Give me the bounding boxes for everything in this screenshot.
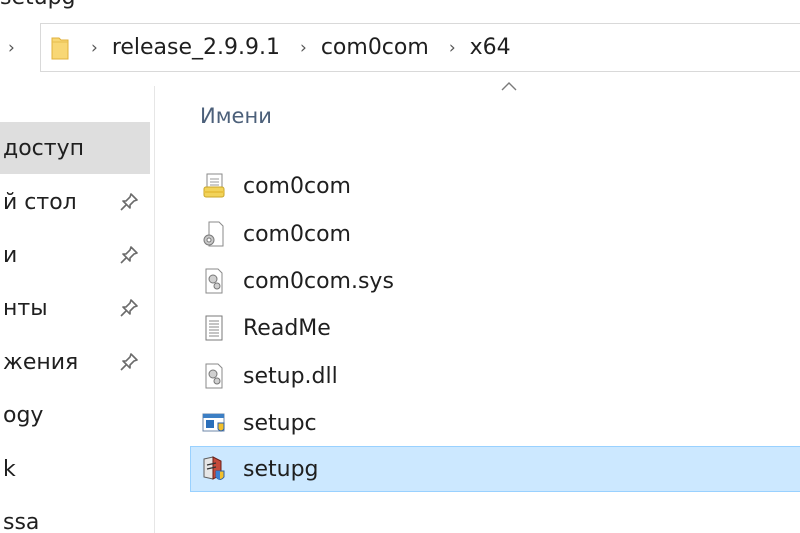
file-explorer-window: setupg › › release_2.9.9.1 › com0com › x…: [0, 0, 800, 533]
pin-icon: [120, 193, 138, 211]
sidebar-item-folder[interactable]: ssa: [0, 496, 150, 533]
address-bar[interactable]: › release_2.9.9.1 › com0com › x64: [40, 23, 800, 72]
navigation-pane: доступ й стол и нты жения ogy k ssa: [0, 86, 155, 533]
sidebar-item-folder[interactable]: k: [0, 443, 150, 495]
sidebar-item-label: жения: [3, 349, 79, 375]
file-name: com0com.sys: [243, 268, 394, 294]
file-name: setupc: [243, 410, 317, 436]
sidebar-item-label: ssa: [3, 509, 40, 533]
breadcrumb-separator-icon[interactable]: ›: [449, 38, 456, 58]
pin-icon: [120, 246, 138, 264]
file-list-item[interactable]: com0com: [190, 211, 800, 257]
sidebar-item-label: k: [3, 456, 16, 482]
file-list-item[interactable]: setupc: [190, 400, 800, 446]
console-shield-icon: [202, 413, 225, 432]
breadcrumb-item-release[interactable]: release_2.9.9.1: [112, 35, 280, 60]
folder-icon: [51, 35, 69, 61]
catalog-gear-icon: [203, 221, 224, 247]
breadcrumb-item-com0com[interactable]: com0com: [321, 35, 429, 60]
installer-shield-icon: [203, 456, 225, 480]
breadcrumb-separator-icon[interactable]: ›: [300, 38, 307, 58]
breadcrumb-separator-icon[interactable]: ›: [91, 38, 98, 58]
sidebar-item-label: й стол: [3, 189, 77, 215]
system-file-icon: [205, 268, 223, 294]
pin-icon: [120, 299, 138, 317]
sidebar-item-label: и: [3, 242, 18, 268]
sidebar-item-label: доступ: [3, 135, 84, 161]
dll-gear-icon: [205, 363, 223, 389]
text-document-icon: [205, 315, 223, 341]
pin-icon: [120, 353, 138, 371]
file-name: ReadMe: [243, 315, 331, 341]
file-list-item[interactable]: setupg: [190, 446, 800, 492]
sidebar-item-downloads[interactable]: и: [0, 229, 150, 281]
file-list-item[interactable]: com0com: [190, 163, 800, 209]
window-title: setupg: [0, 0, 76, 10]
sidebar-item-quick-access[interactable]: доступ: [0, 122, 150, 174]
setup-info-icon: [203, 173, 225, 198]
recent-locations-chevron-icon[interactable]: ›: [8, 38, 15, 58]
file-name: setup.dll: [243, 363, 338, 389]
sidebar-item-label: ogy: [3, 402, 44, 428]
sort-ascending-icon: [501, 82, 517, 91]
file-name: com0com: [243, 173, 351, 199]
file-name: com0com: [243, 221, 351, 247]
sidebar-item-label: нты: [3, 295, 48, 321]
sidebar-item-pictures[interactable]: жения: [0, 336, 150, 388]
sidebar-item-folder[interactable]: ogy: [0, 389, 150, 441]
file-list-item[interactable]: setup.dll: [190, 353, 800, 399]
column-header-name[interactable]: Имени: [200, 104, 272, 128]
sidebar-item-documents[interactable]: нты: [0, 282, 150, 334]
file-list-item[interactable]: com0com.sys: [190, 258, 800, 304]
sidebar-item-desktop[interactable]: й стол: [0, 176, 150, 228]
file-name: setupg: [243, 456, 319, 482]
file-list-item[interactable]: ReadMe: [190, 305, 800, 351]
breadcrumb-item-x64[interactable]: x64: [470, 35, 511, 60]
